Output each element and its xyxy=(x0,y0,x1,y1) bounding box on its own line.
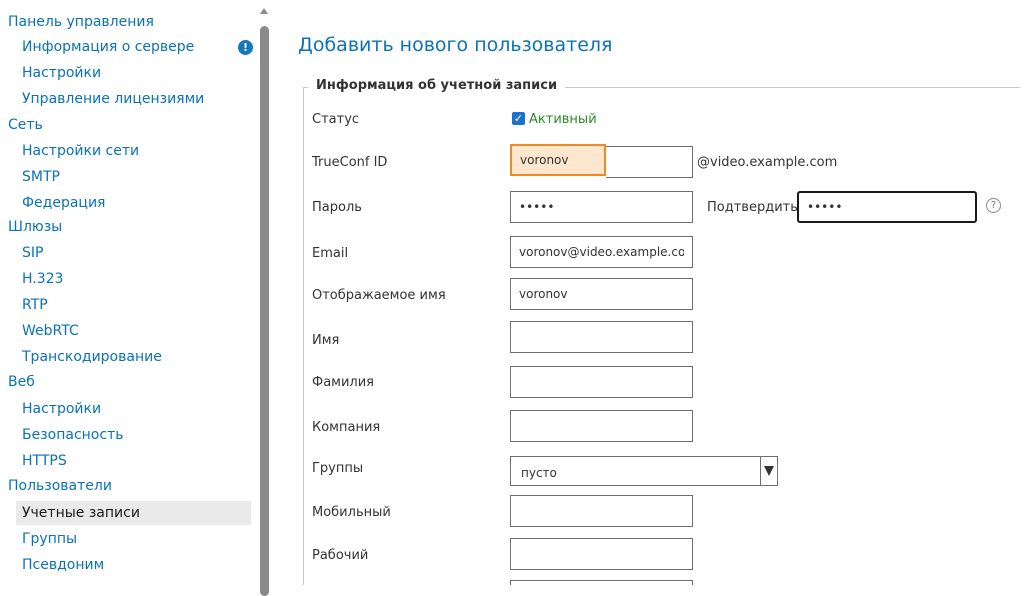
groups-dropdown-button[interactable] xyxy=(760,457,777,485)
nav-item-license-management[interactable]: Управление лицензиями xyxy=(16,87,251,111)
nav-item-label: Информация о сервере xyxy=(22,39,195,55)
confirm-password-input[interactable] xyxy=(797,191,977,223)
trueconf-id-label: TrueConf ID xyxy=(312,155,388,170)
nav-item-rtp[interactable]: RTP xyxy=(16,293,251,317)
last-name-label: Фамилия xyxy=(312,375,374,390)
status-active-text: Активный xyxy=(529,112,597,127)
fieldset-border-left xyxy=(303,87,304,585)
help-question-icon[interactable]: ? xyxy=(986,198,1001,213)
groups-selected-value: пусто xyxy=(521,466,557,480)
nav-section-web[interactable]: Веб xyxy=(8,370,35,394)
nav-item-h323[interactable]: H.323 xyxy=(16,267,251,291)
nav-section-gateways[interactable]: Шлюзы xyxy=(8,215,62,239)
nav-item-security[interactable]: Безопасность xyxy=(16,423,251,447)
email-input[interactable] xyxy=(510,236,693,268)
nav-item-web-settings[interactable]: Настройки xyxy=(16,397,251,421)
display-name-input[interactable] xyxy=(510,278,693,310)
sidebar-scrollbar[interactable] xyxy=(258,0,270,596)
groups-label: Группы xyxy=(312,461,364,476)
first-name-input[interactable] xyxy=(510,321,693,353)
nav-item-accounts[interactable]: Учетные записи xyxy=(16,501,251,525)
scroll-up-arrow-icon[interactable] xyxy=(260,8,268,14)
caret-down-icon xyxy=(764,466,774,476)
nav-item-network-settings[interactable]: Настройки сети xyxy=(16,139,251,163)
first-name-label: Имя xyxy=(312,333,340,348)
nav-item-federation[interactable]: Федерация xyxy=(16,191,251,215)
confirm-password-label: Подтвердить xyxy=(707,200,798,215)
work-phone-label: Рабочий xyxy=(312,548,369,563)
company-label: Компания xyxy=(312,420,381,435)
password-label: Пароль xyxy=(312,200,362,215)
status-active-checkbox[interactable]: ✓ xyxy=(512,112,525,125)
status-label: Статус xyxy=(312,112,360,127)
nav-item-smtp[interactable]: SMTP xyxy=(16,165,251,189)
nav-section-network[interactable]: Сеть xyxy=(8,113,43,137)
trueconf-id-input-extent xyxy=(606,146,693,178)
page-title: Добавить нового пользователя xyxy=(298,34,613,56)
nav-item-webrtc[interactable]: WebRTC xyxy=(16,319,251,343)
trueconf-id-input[interactable] xyxy=(510,144,606,176)
display-name-label: Отображаемое имя xyxy=(312,288,446,303)
scrollbar-thumb[interactable] xyxy=(260,26,269,596)
trueconf-id-domain-suffix: @video.example.com xyxy=(697,155,838,170)
sidebar-nav: Панель управления Информация о сервере !… xyxy=(0,0,258,585)
nav-section-control-panel[interactable]: Панель управления xyxy=(8,10,154,34)
groups-select[interactable]: пусто xyxy=(510,456,778,486)
mobile-input[interactable] xyxy=(510,495,693,527)
nav-item-transcoding[interactable]: Транскодирование xyxy=(16,345,251,369)
mobile-label: Мобильный xyxy=(312,505,391,520)
next-input-partial[interactable] xyxy=(510,580,693,585)
nav-item-settings[interactable]: Настройки xyxy=(16,61,251,85)
nav-section-users[interactable]: Пользователи xyxy=(8,474,112,498)
company-input[interactable] xyxy=(510,410,693,442)
nav-item-https[interactable]: HTTPS xyxy=(16,449,251,473)
last-name-input[interactable] xyxy=(510,366,693,398)
nav-item-server-info[interactable]: Информация о сервере ! xyxy=(16,35,253,59)
work-phone-input[interactable] xyxy=(510,538,693,570)
exclamation-circle-icon: ! xyxy=(238,40,253,55)
nav-item-groups[interactable]: Группы xyxy=(16,527,251,551)
email-label: Email xyxy=(312,246,349,261)
password-input[interactable] xyxy=(510,191,693,223)
nav-item-alias[interactable]: Псевдоним xyxy=(16,553,251,577)
nav-item-sip[interactable]: SIP xyxy=(16,241,251,265)
fieldset-legend: Информация об учетной записи xyxy=(308,78,566,93)
